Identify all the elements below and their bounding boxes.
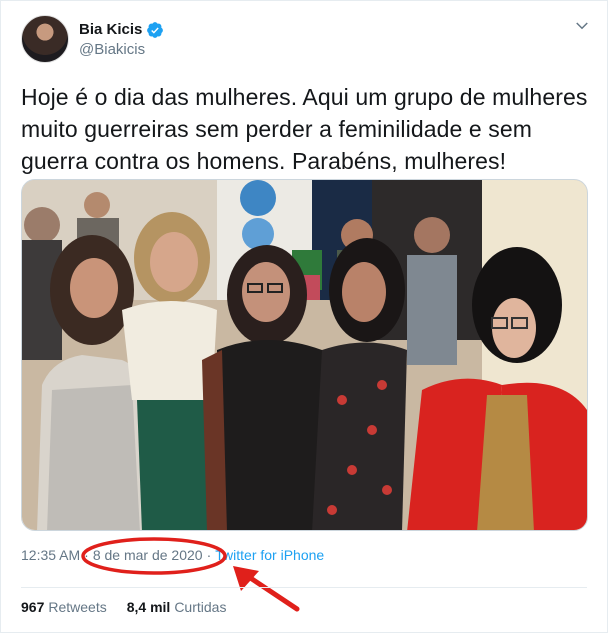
name-row: Bia Kicis [79, 21, 164, 39]
chevron-down-icon[interactable] [573, 17, 591, 35]
tweet-card: Bia Kicis @Biakicis Hoje é o dia das mul… [0, 0, 608, 633]
verified-badge-icon [147, 21, 164, 38]
tweet-text: Hoje é o dia das mulheres. Aqui um grupo… [21, 84, 588, 174]
tweet-photo[interactable] [21, 179, 588, 531]
tweet-source-link[interactable]: Twitter for iPhone [215, 547, 324, 563]
group-photo [22, 180, 587, 530]
divider [21, 587, 587, 588]
likes-count[interactable]: 8,4 mil [127, 599, 171, 615]
avatar[interactable] [21, 15, 69, 63]
author-handle[interactable]: @Biakicis [79, 41, 164, 58]
author-name[interactable]: Bia Kicis [79, 21, 142, 38]
tweet-time[interactable]: 12:35 AM [21, 547, 80, 563]
retweets-count[interactable]: 967 [21, 599, 44, 615]
meta-separator: · [84, 547, 89, 563]
author-info: Bia Kicis @Biakicis [79, 21, 164, 58]
tweet-meta: 12:35 AM · 8 de mar de 2020 · Twitter fo… [21, 547, 324, 563]
annotation-arrow-icon [233, 566, 300, 612]
tweet-date[interactable]: 8 de mar de 2020 [93, 547, 203, 563]
likes-label[interactable]: Curtidas [174, 599, 226, 615]
tweet-header: Bia Kicis @Biakicis [21, 15, 164, 63]
meta-separator-2: · [206, 547, 212, 563]
retweets-label[interactable]: Retweets [48, 599, 106, 615]
tweet-stats: 967 Retweets 8,4 mil Curtidas [21, 599, 226, 615]
